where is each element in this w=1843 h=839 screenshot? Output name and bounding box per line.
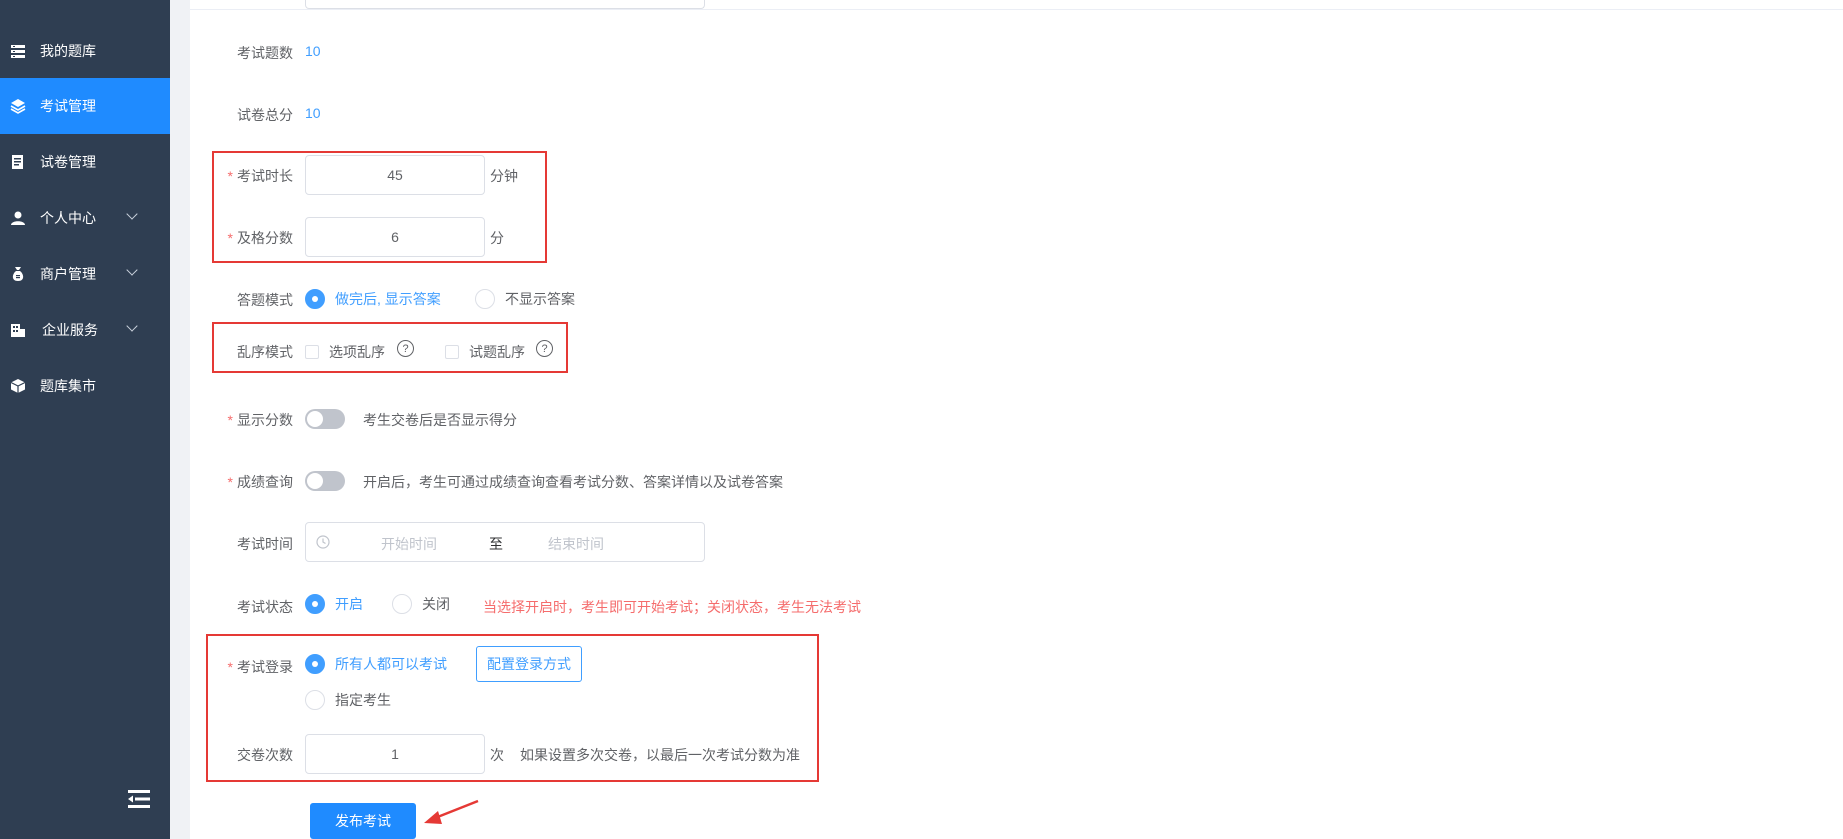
radio-label: 开启 bbox=[335, 596, 363, 612]
score-query-hint: 开启后，考生可通过成绩查询查看考试分数、答案详情以及试卷答案 bbox=[363, 474, 783, 490]
total-score-value: 10 bbox=[305, 105, 321, 121]
start-time-placeholder[interactable]: 开始时间 bbox=[381, 534, 437, 554]
radio-label: 关闭 bbox=[422, 596, 450, 612]
red-arrow-annotation bbox=[424, 799, 479, 824]
highlight-box-duration-score bbox=[212, 151, 547, 263]
exam-time-label: 考试时间 bbox=[237, 536, 293, 552]
switch-knob bbox=[307, 411, 323, 427]
money-bag-icon bbox=[10, 266, 26, 282]
sidebar-item-label: 考试管理 bbox=[40, 98, 96, 114]
exam-status-close-radio[interactable]: 关闭 bbox=[392, 594, 450, 614]
sidebar-item-label: 题库集市 bbox=[40, 378, 96, 394]
clock-icon bbox=[316, 535, 330, 549]
sidebar-item-personal-center[interactable]: 个人中心 bbox=[0, 190, 170, 246]
answer-mode-hide-radio[interactable]: 不显示答案 bbox=[475, 289, 575, 309]
show-score-hint: 考生交卷后是否显示得分 bbox=[363, 412, 517, 428]
layers-icon bbox=[10, 98, 26, 114]
collapse-menu-icon[interactable] bbox=[126, 788, 152, 810]
sidebar-item-label: 商户管理 bbox=[40, 266, 96, 282]
exam-time-range-picker[interactable]: 开始时间 至 结束时间 bbox=[305, 522, 705, 562]
question-count-label: 考试题数 bbox=[237, 45, 293, 61]
radio-circle bbox=[392, 594, 412, 614]
score-query-label: * 成绩查询 bbox=[227, 474, 293, 490]
radio-circle bbox=[305, 289, 325, 309]
sidebar-item-paper-management[interactable]: 试卷管理 bbox=[0, 134, 170, 190]
answer-mode-show-radio[interactable]: 做完后, 显示答案 bbox=[305, 289, 441, 309]
total-score-label: 试卷总分 bbox=[237, 107, 293, 123]
publish-exam-button[interactable]: 发布考试 bbox=[310, 803, 416, 839]
sidebar-item-exam-management[interactable]: 考试管理 bbox=[0, 78, 170, 134]
score-query-switch[interactable] bbox=[305, 471, 345, 491]
building-icon bbox=[10, 322, 26, 338]
radio-circle bbox=[475, 289, 495, 309]
sidebar-item-question-market[interactable]: 题库集市 bbox=[0, 358, 170, 414]
question-count-value: 10 bbox=[305, 43, 321, 59]
exam-status-open-radio[interactable]: 开启 bbox=[305, 594, 363, 614]
sidebar-item-enterprise-service[interactable]: 企业服务 bbox=[0, 302, 170, 358]
highlight-box-login-submit bbox=[206, 634, 819, 782]
user-icon bbox=[10, 210, 26, 226]
end-time-placeholder[interactable]: 结束时间 bbox=[548, 534, 604, 554]
exam-status-label: 考试状态 bbox=[237, 599, 293, 615]
sidebar-item-label: 试卷管理 bbox=[40, 154, 96, 170]
range-separator: 至 bbox=[489, 536, 503, 552]
radio-label: 不显示答案 bbox=[505, 291, 575, 307]
sidebar: 我的题库 考试管理 试卷管理 个人中心 商户管理 企业服务 题库集市 bbox=[0, 0, 170, 839]
list-icon bbox=[10, 43, 26, 59]
exam-status-hint: 当选择开启时，考生即可开始考试；关闭状态，考生无法考试 bbox=[483, 599, 861, 615]
sidebar-item-label: 我的题库 bbox=[40, 43, 96, 59]
highlight-box-shuffle-mode bbox=[212, 322, 568, 373]
sidebar-item-label: 个人中心 bbox=[40, 210, 96, 226]
radio-label: 做完后, 显示答案 bbox=[335, 291, 441, 307]
show-score-switch[interactable] bbox=[305, 409, 345, 429]
document-icon bbox=[10, 154, 26, 170]
sidebar-item-merchant-management[interactable]: 商户管理 bbox=[0, 246, 170, 302]
cube-icon bbox=[10, 378, 26, 394]
radio-circle bbox=[305, 594, 325, 614]
partial-input-above[interactable] bbox=[305, 0, 705, 9]
chevron-down-icon bbox=[126, 208, 138, 220]
chevron-down-icon bbox=[126, 320, 138, 332]
chevron-down-icon bbox=[126, 264, 138, 276]
switch-knob bbox=[307, 473, 323, 489]
answer-mode-label: 答题模式 bbox=[237, 292, 293, 308]
sidebar-item-label: 企业服务 bbox=[42, 322, 98, 338]
sidebar-item-my-question-bank[interactable]: 我的题库 bbox=[0, 23, 170, 79]
show-score-label: * 显示分数 bbox=[227, 412, 293, 428]
